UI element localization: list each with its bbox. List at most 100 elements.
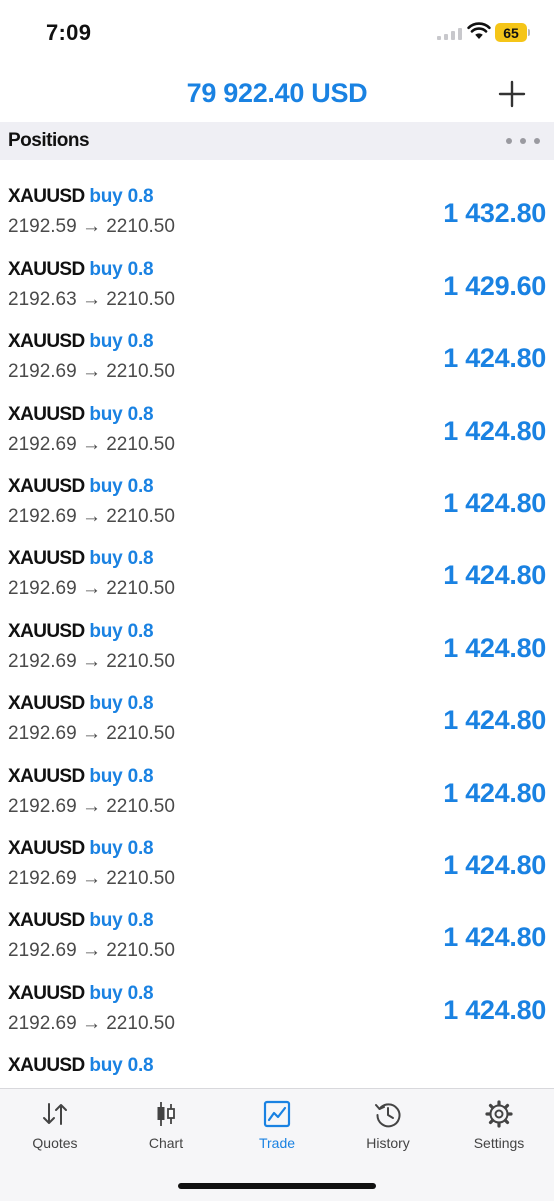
position-symbol: XAUUSD [8,837,85,859]
status-time: 7:09 [46,20,92,45]
position-side-volume: buy 0.8 [89,1055,154,1077]
ellipsis-icon[interactable] [506,135,540,147]
position-row[interactable]: XAUUSD buy 0.8 2192.69 → 2210.50 1 424.80 [0,462,554,534]
battery-level: 65 [503,24,519,41]
position-prices: 2192.69 → 2210.50 [8,505,175,527]
positions-title: Positions [8,130,90,151]
battery-indicator: 65 [495,23,527,42]
position-side-volume: buy 0.8 [89,475,154,497]
position-row[interactable]: XAUUSD buy 0.8 2192.63 → 2210.50 1 429.60 [0,245,554,317]
position-profit: 1 432.80 [443,198,546,229]
position-symbol: XAUUSD [8,693,85,715]
position-title: XAUUSD buy 0.8 [8,258,154,281]
position-row[interactable]: XAUUSD buy 0.8 2192.69 → 2210.50 1 424.80 [0,752,554,824]
position-profit: 1 424.80 [443,415,546,446]
quotes-arrows-icon [43,1103,67,1125]
position-side-volume: buy 0.8 [89,331,154,353]
position-side-volume: buy 0.8 [89,982,154,1004]
position-prices: 2192.69 → 2210.50 [8,650,175,672]
position-prices: 2192.63 → 2210.50 [8,288,175,310]
tab-settings[interactable]: Settings [444,1099,554,1159]
position-title: XAUUSD buy 0.8 [8,765,154,788]
position-title: XAUUSD buy 0.8 [8,837,154,860]
position-prices: 2192.69 → 2210.50 [8,723,175,745]
position-profit: 1 424.80 [443,922,546,953]
position-prices: 2192.69 → 2210.50 [8,867,175,889]
status-bar: 7:09 65 [0,0,554,66]
position-profit: 1 424.80 [443,343,546,374]
position-profit: 1 424.80 [443,560,546,591]
position-title: XAUUSD buy 0.8 [8,548,154,570]
position-profit: 1 424.80 [443,705,546,736]
position-profit: 1 424.80 [443,849,546,880]
tab-trade[interactable]: Trade [222,1099,332,1159]
position-row[interactable]: XAUUSD buy 0.8 [0,1041,554,1088]
position-row[interactable]: XAUUSD buy 0.8 2192.69 → 2210.50 1 424.80 [0,390,554,462]
position-prices: 2192.69 → 2210.50 [8,1012,175,1034]
position-title: XAUUSD buy 0.8 [8,1055,154,1077]
position-row[interactable]: XAUUSD buy 0.8 2192.69 → 2210.50 1 424.80 [0,969,554,1041]
position-prices: 2192.69 → 2210.50 [8,940,175,962]
position-prices: 2192.69 → 2210.50 [8,361,175,383]
wifi-icon [467,22,491,39]
tab-label: Settings [473,1135,525,1151]
position-symbol: XAUUSD [8,548,85,570]
position-profit: 1 424.80 [443,487,546,518]
tab-label: Chart [148,1135,184,1151]
position-side-volume: buy 0.8 [89,186,154,208]
position-prices: 2192.59 → 2210.50 [8,216,175,238]
account-balance: 79 922.40 USD [186,78,368,108]
position-title: XAUUSD buy 0.8 [8,910,154,932]
position-side-volume: buy 0.8 [89,258,154,280]
plus-icon[interactable] [496,78,528,110]
gear-icon [485,1100,513,1128]
position-title: XAUUSD buy 0.8 [8,186,154,208]
position-symbol: XAUUSD [8,765,85,787]
position-side-volume: buy 0.8 [89,620,154,642]
position-row[interactable]: XAUUSD buy 0.8 2192.69 → 2210.50 1 424.80 [0,607,554,679]
position-row[interactable]: XAUUSD buy 0.8 2192.69 → 2210.50 1 424.80 [0,824,554,896]
position-title: XAUUSD buy 0.8 [8,620,154,643]
position-prices: 2192.59 → 2210.50 [8,160,175,166]
position-profit: 1 424.80 [443,994,546,1025]
position-row[interactable]: XAUUSD buy 0.8 2192.69 → 2210.50 1 424.80 [0,896,554,968]
position-symbol: XAUUSD [8,1055,85,1077]
position-symbol: XAUUSD [8,403,85,425]
tab-quotes[interactable]: Quotes [0,1099,110,1159]
position-profit: 1 424.80 [443,777,546,808]
trade-chart-icon [263,1100,291,1128]
position-symbol: XAUUSD [8,982,85,1004]
position-symbol: XAUUSD [8,186,85,208]
position-title: XAUUSD buy 0.8 [8,982,154,1005]
history-clock-icon [375,1103,401,1128]
tab-history[interactable]: History [333,1099,443,1159]
positions-list[interactable]: XAUUSD buy 0.8 2192.59 → 2210.50 1 432.80 X… [0,160,554,1088]
position-row[interactable]: XAUUSD buy 0.8 2192.69 → 2210.50 1 424.80 [0,317,554,389]
position-symbol: XAUUSD [8,258,85,280]
position-side-volume: buy 0.8 [89,837,154,859]
position-symbol: XAUUSD [8,910,85,932]
position-side-volume: buy 0.8 [89,910,154,932]
position-row[interactable]: XAUUSD buy 0.82192.59 → 2210.501 432.80 [0,160,554,172]
position-row[interactable]: XAUUSD buy 0.8 2192.59 → 2210.50 1 432.80 [0,172,554,244]
home-indicator[interactable] [178,1183,376,1189]
cellular-signal-icon [437,28,463,40]
position-title: XAUUSD buy 0.8 [8,403,154,426]
position-side-volume: buy 0.8 [89,548,154,570]
position-row[interactable]: XAUUSD buy 0.8 2192.69 → 2210.50 1 424.80 [0,679,554,751]
position-side-volume: buy 0.8 [89,693,154,715]
positions-section-header: Positions [0,122,554,160]
position-side-volume: buy 0.8 [89,765,154,787]
position-symbol: XAUUSD [8,475,85,497]
position-symbol: XAUUSD [8,331,85,353]
tab-label: Quotes [32,1135,78,1151]
position-symbol: XAUUSD [8,620,85,642]
tab-label: Trade [258,1135,296,1151]
position-row[interactable]: XAUUSD buy 0.8 2192.69 → 2210.50 1 424.80 [0,534,554,606]
battery-tip [528,29,530,36]
positions-list-content: XAUUSD buy 0.8 2192.59 → 2210.50 1 432.80 X… [0,160,554,1088]
position-side-volume: buy 0.8 [89,403,154,425]
position-prices: 2192.69 → 2210.50 [8,433,175,455]
position-prices: 2192.69 → 2210.50 [8,578,175,600]
tab-chart[interactable]: Chart [111,1099,221,1159]
